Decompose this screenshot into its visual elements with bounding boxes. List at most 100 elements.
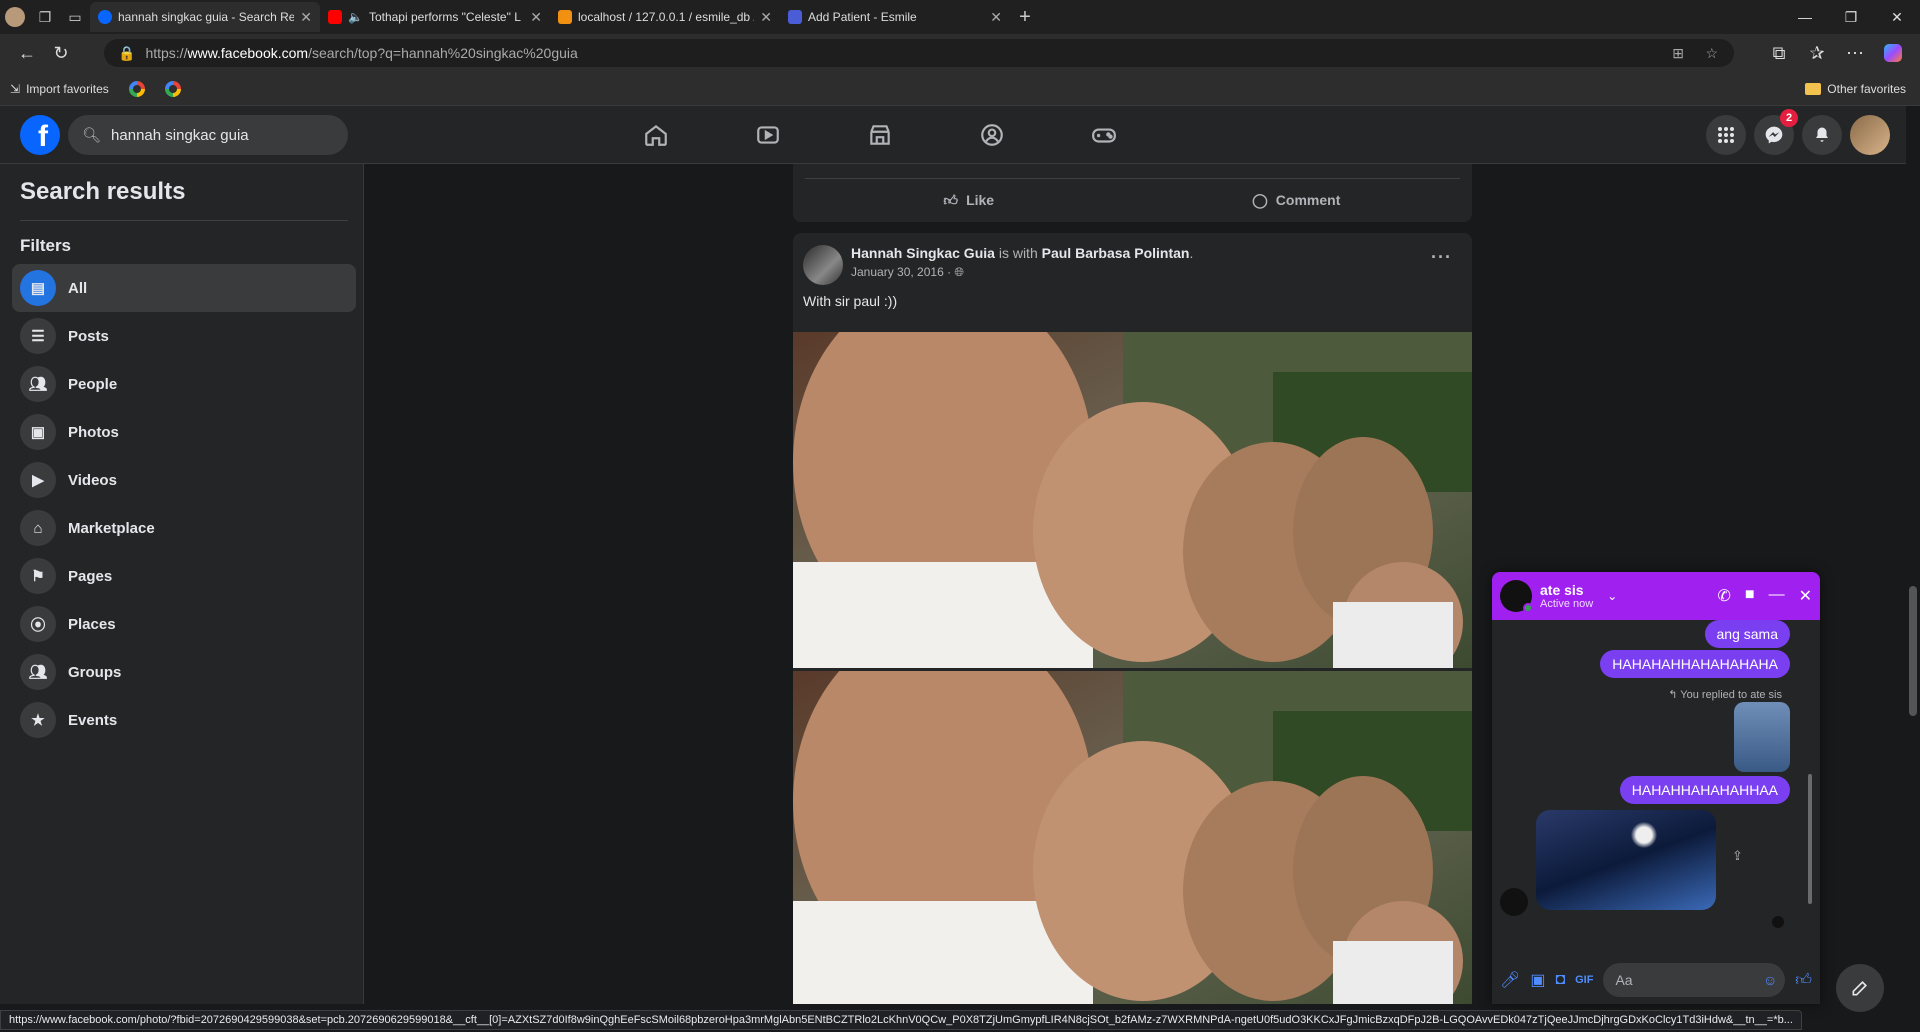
refresh-icon[interactable]: ↻ (44, 36, 78, 70)
chat-scrollbar[interactable] (1806, 624, 1814, 914)
google-favorite-2[interactable] (155, 80, 191, 97)
message-bubble[interactable]: HAHAHAHHAHAHAHAHA (1600, 650, 1790, 678)
favorite-star-icon[interactable]: ☆ (1705, 45, 1718, 62)
gaming-icon[interactable] (1048, 106, 1160, 164)
address-bar[interactable]: 🔒 https://www.facebook.com/search/top?q=… (104, 39, 1734, 67)
image-icon[interactable]: ▣ (1530, 970, 1545, 990)
filter-label: Groups (68, 663, 122, 681)
tab-facebook-search[interactable]: hannah singkac guia - Search Res ✕ (90, 2, 320, 32)
other-favorites-folder[interactable]: Other favorites (1795, 82, 1916, 96)
new-tab-button[interactable]: + (1010, 2, 1040, 32)
lock-icon[interactable]: 🔒 (118, 45, 135, 62)
chat-scroll-thumb[interactable] (1808, 774, 1812, 904)
filter-all[interactable]: ▤ All (12, 264, 356, 312)
restore-icon[interactable]: ❐ (1828, 9, 1874, 26)
chat-header[interactable]: ate sis Active now ⌄ ✆ ■ — ✕ (1492, 572, 1820, 620)
tab-title: localhost / 127.0.0.1 / esmile_db / (578, 10, 755, 24)
gif-icon[interactable]: GIF (1575, 974, 1593, 986)
thumbs-up-icon[interactable]: 👍︎ (1795, 971, 1812, 990)
filter-photos[interactable]: ▣ Photos (12, 408, 356, 456)
filter-people[interactable]: 👥︎ People (12, 360, 356, 408)
filter-events[interactable]: ★ Events (12, 696, 356, 744)
filter-places[interactable]: ⦿ Places (12, 600, 356, 648)
workspaces-icon[interactable]: ❐ (30, 2, 60, 32)
filters-heading: Filters (20, 236, 72, 255)
post-photo[interactable] (793, 332, 1472, 668)
like-button[interactable]: 👍︎ Like (805, 180, 1133, 220)
comment-button[interactable]: ◯ Comment (1133, 180, 1461, 220)
close-chat-icon[interactable]: ✕ (1799, 586, 1812, 606)
close-window-icon[interactable]: ✕ (1874, 9, 1920, 26)
close-tab-icon[interactable]: ✕ (530, 9, 542, 26)
close-tab-icon[interactable]: ✕ (990, 9, 1002, 26)
message-bubble[interactable]: ang sama (1704, 620, 1790, 648)
message-bubble[interactable]: HAHAHHAHAHAHHAA (1619, 776, 1790, 804)
filter-posts[interactable]: ☰ Posts (12, 312, 356, 360)
author-avatar[interactable] (803, 245, 843, 285)
chat-status: Active now (1540, 598, 1594, 610)
phone-icon[interactable]: ✆ (1718, 586, 1731, 606)
filter-groups[interactable]: 👥︎ Groups (12, 648, 356, 696)
page-scrollbar[interactable] (1906, 106, 1920, 1032)
menu-grid-icon[interactable] (1706, 115, 1746, 155)
main-nav (600, 106, 1160, 164)
copilot-icon[interactable] (1876, 36, 1910, 70)
facebook-logo[interactable]: f (20, 115, 60, 155)
import-favorites-link[interactable]: ⇲ Import favorites (0, 82, 119, 96)
messenger-icon[interactable]: 2 (1754, 109, 1798, 155)
vertical-tabs-icon[interactable]: ▭ (60, 2, 90, 32)
share-icon[interactable]: ⇪ (1732, 848, 1743, 864)
speaker-icon[interactable]: 🔈 (348, 10, 363, 24)
tab-esmile[interactable]: Add Patient - Esmile ✕ (780, 2, 1010, 32)
video-icon[interactable] (712, 106, 824, 164)
notification-badge: 2 (1780, 109, 1798, 127)
tab-phpmyadmin[interactable]: localhost / 127.0.0.1 / esmile_db / ✕ (550, 2, 780, 32)
groups-icon[interactable] (936, 106, 1048, 164)
back-icon[interactable]: ← (10, 36, 44, 70)
microphone-icon[interactable]: 🎤︎ (1500, 970, 1520, 990)
message-input[interactable]: Aa ☺ (1603, 963, 1786, 997)
filter-label: People (68, 375, 118, 393)
app-available-icon[interactable]: ⊞ (1672, 45, 1684, 62)
chat-composer: 🎤︎ ▣ ◘ GIF Aa ☺ 👍︎ (1492, 956, 1820, 1004)
extensions-icon[interactable]: ⧉ (1762, 36, 1796, 70)
home-icon[interactable] (600, 106, 712, 164)
more-options-icon[interactable]: ··· (1431, 247, 1452, 268)
profile-avatar[interactable] (0, 2, 30, 32)
received-image[interactable] (1536, 810, 1716, 910)
search-input[interactable]: 🔍︎ hannah singkac guia (68, 115, 348, 155)
post-photo[interactable] (793, 671, 1472, 1004)
filter-pages[interactable]: ⚑ Pages (12, 552, 356, 600)
tagged-person[interactable]: Paul Barbasa Polintan (1042, 245, 1190, 261)
marketplace-icon[interactable] (824, 106, 936, 164)
bell-icon[interactable] (1802, 115, 1842, 155)
more-options-icon[interactable]: ⋯ (1838, 36, 1872, 70)
account-avatar[interactable] (1850, 115, 1890, 155)
filter-marketplace[interactable]: ⌂ Marketplace (12, 504, 356, 552)
sticker-icon[interactable]: ◘ (1555, 971, 1565, 989)
search-sidebar: Search results Filters ▤ All ☰ Posts 👥︎ … (0, 164, 364, 1004)
page-scroll-thumb[interactable] (1909, 586, 1917, 716)
chat-avatar[interactable] (1500, 580, 1533, 613)
google-favorite-1[interactable] (119, 80, 155, 97)
close-tab-icon[interactable]: ✕ (760, 9, 772, 26)
previous-post-footer: 👍︎ Like ◯ Comment (793, 164, 1472, 222)
post-date[interactable]: January 30, 2016 · 🌐︎ (851, 265, 964, 280)
filter-label: Marketplace (68, 519, 155, 537)
close-tab-icon[interactable]: ✕ (300, 9, 312, 26)
replied-image-thumbnail[interactable] (1734, 702, 1790, 772)
groups-icon: 👥︎ (20, 654, 56, 690)
chevron-down-icon[interactable]: ⌄ (1607, 589, 1617, 603)
emoji-icon[interactable]: ☺ (1763, 972, 1777, 988)
import-icon: ⇲ (10, 81, 21, 96)
favorites-icon[interactable]: ✰ (1800, 36, 1834, 70)
minimize-icon[interactable]: — (1782, 9, 1828, 25)
minimize-chat-icon[interactable]: — (1769, 586, 1785, 606)
video-call-icon[interactable]: ■ (1745, 586, 1755, 606)
author-name[interactable]: Hannah Singkac Guia (851, 245, 995, 261)
filter-videos[interactable]: ▶ Videos (12, 456, 356, 504)
new-message-button[interactable] (1836, 964, 1884, 1012)
online-indicator (1523, 603, 1533, 613)
globe-icon: 🌐︎ (954, 265, 965, 279)
tab-youtube[interactable]: 🔈 Tothapi performs "Celeste" L ✕ (320, 2, 550, 32)
